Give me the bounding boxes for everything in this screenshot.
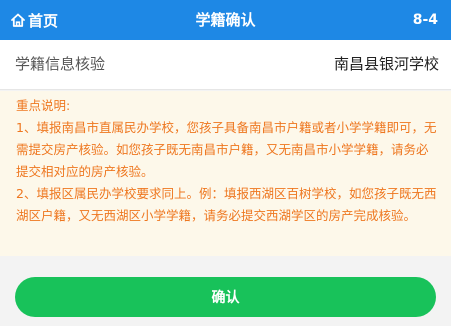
page-title: 学籍确认 — [195, 11, 256, 29]
home-icon — [10, 12, 28, 28]
student-info-row: 学籍信息核验 南昌县银河学校 — [0, 40, 451, 90]
home-label: 首页 — [28, 11, 59, 30]
info-label: 学籍信息核验 — [15, 55, 106, 73]
notice-item-2: 2、填报区属民办学校要求同上。例：填报西湖区百树学校，如您孩子既无西湖区户籍，又… — [16, 186, 437, 223]
school-name: 南昌县银河学校 — [333, 55, 439, 73]
top-nav-bar: 首页 学籍确认 8-4 — [0, 0, 451, 40]
home-button[interactable]: 首页 — [10, 0, 58, 40]
notice-item-1: 1、填报南昌市直属民办学校，您孩子具备南昌市户籍或者小学学籍即可，无需提交房产核… — [16, 120, 437, 179]
step-indicator: 8-4 — [412, 12, 438, 28]
notice-panel: 重点说明: 1、填报南昌市直属民办学校，您孩子具备南昌市户籍或者小学学籍即可，无… — [0, 91, 451, 256]
confirm-button[interactable]: 确认 — [15, 277, 436, 317]
notice-heading: 重点说明: — [16, 98, 71, 113]
